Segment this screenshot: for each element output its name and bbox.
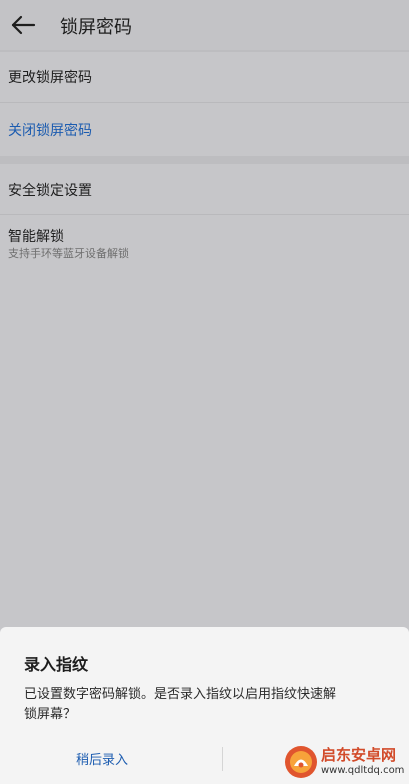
secure-lock-item[interactable]: 安全锁定设置 xyxy=(0,164,409,214)
watermark: 启东安卓网 www.qdltdq.com xyxy=(283,742,409,784)
smart-unlock-label: 智能解锁 xyxy=(8,229,64,245)
dialog-message-line: 锁屏幕？ xyxy=(24,707,77,722)
page-title: 锁屏密码 xyxy=(60,17,132,38)
smart-unlock-item[interactable]: 智能解锁 支持手环等蓝牙设备解锁 xyxy=(0,215,409,267)
secure-lock-label: 安全锁定设置 xyxy=(8,183,92,199)
dialog-message: 已设置数字密码解锁。是否录入指纹以启用指纹快速解 锁屏幕？ xyxy=(24,685,409,725)
back-button[interactable] xyxy=(8,10,38,40)
arrow-left-icon xyxy=(11,15,36,35)
button-divider xyxy=(222,747,223,771)
dialog-title: 录入指纹 xyxy=(24,655,89,674)
watermark-url: www.qdltdq.com xyxy=(321,765,405,776)
smart-unlock-subtitle: 支持手环等蓝牙设备解锁 xyxy=(8,247,129,260)
screen: 锁屏密码 更改锁屏密码 关闭锁屏密码 安全锁定设置 智能解锁 支持手环等蓝牙设备… xyxy=(0,0,409,784)
watermark-name: 启东安卓网 xyxy=(321,746,397,764)
disable-password-item[interactable]: 关闭锁屏密码 xyxy=(0,103,409,156)
top-bar: 锁屏密码 xyxy=(0,0,409,50)
section-gap xyxy=(0,156,409,164)
change-password-label: 更改锁屏密码 xyxy=(8,70,92,86)
later-button[interactable]: 稍后录入 xyxy=(76,749,128,768)
site-logo-icon xyxy=(285,746,317,778)
dialog-message-line: 已设置数字密码解锁。是否录入指纹以启用指纹快速解 xyxy=(24,687,337,702)
change-password-item[interactable]: 更改锁屏密码 xyxy=(0,52,409,102)
disable-password-label: 关闭锁屏密码 xyxy=(8,123,92,139)
